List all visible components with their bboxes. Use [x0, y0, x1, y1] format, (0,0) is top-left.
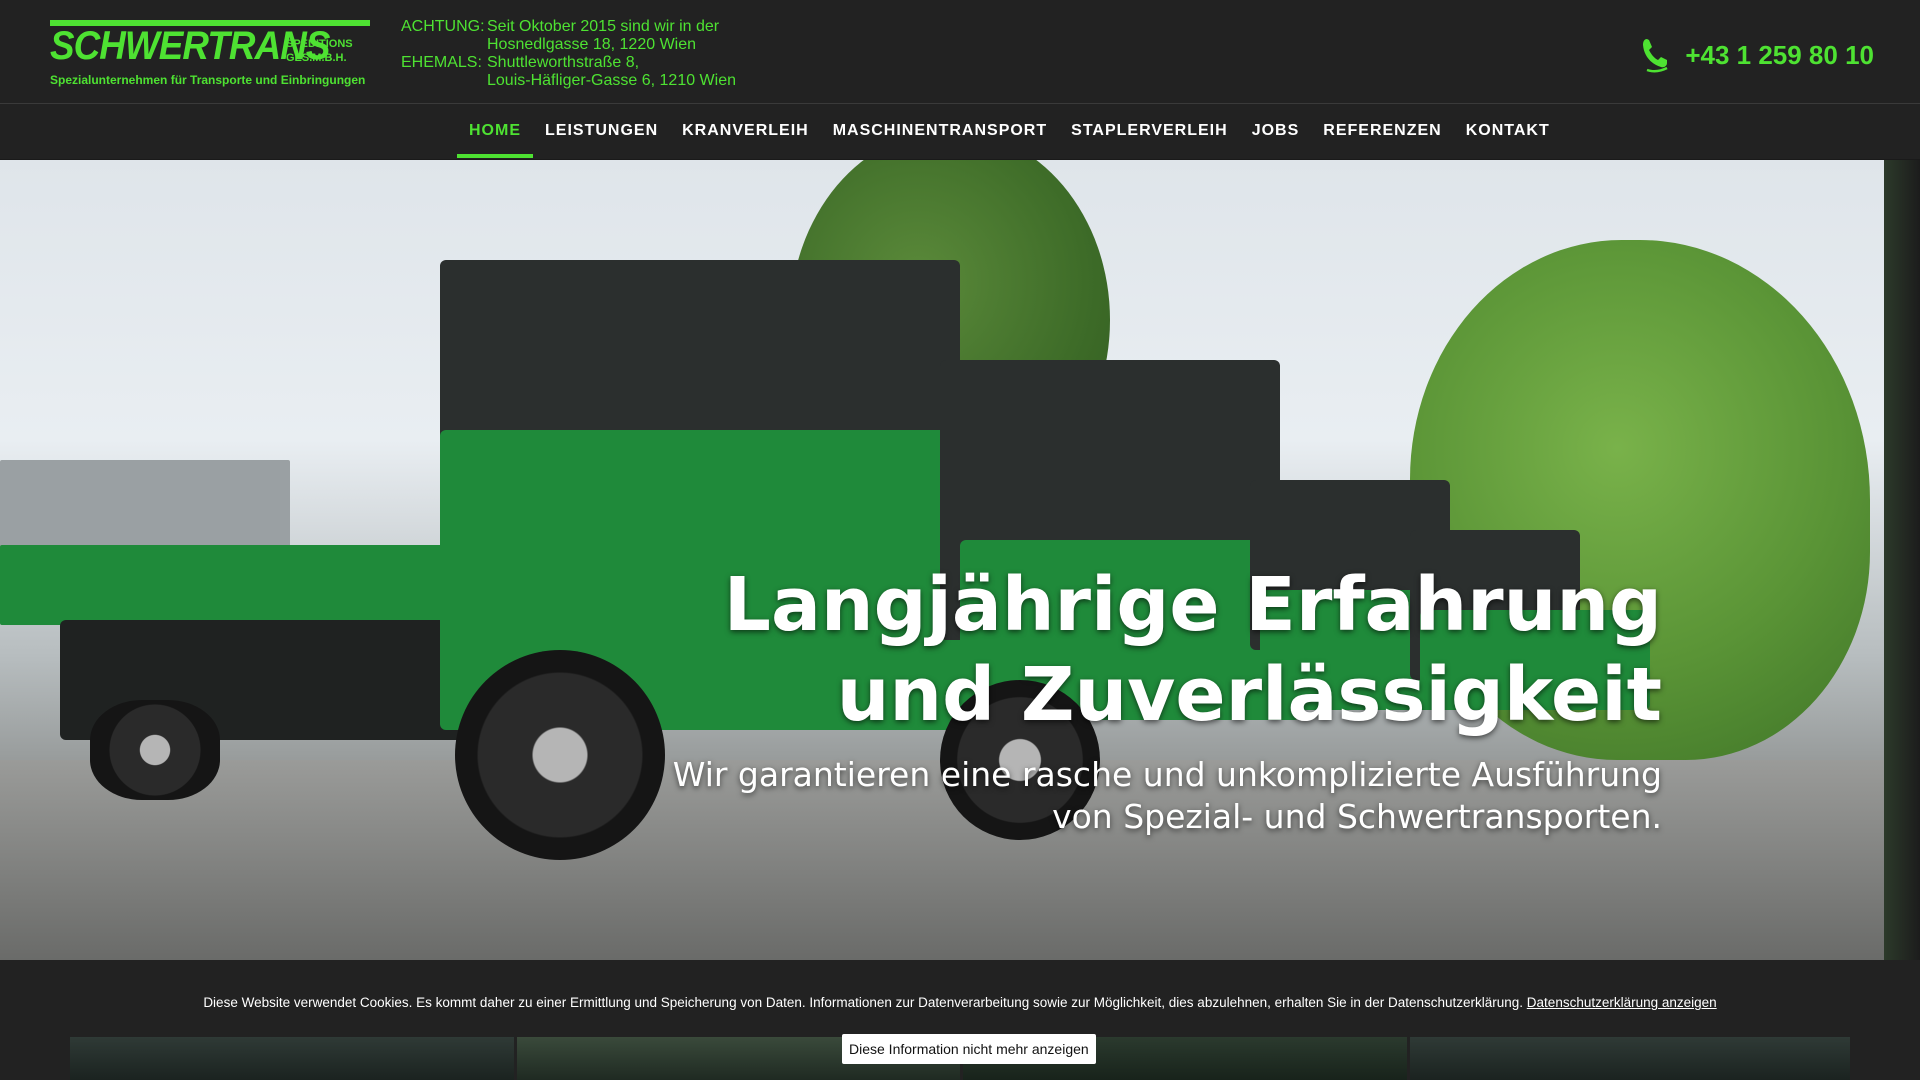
phone-icon	[1643, 39, 1668, 73]
nav-list: HOME LEISTUNGEN KRANVERLEIH MASCHINENTRA…	[457, 105, 1562, 160]
service-thumbnail[interactable]	[1409, 1037, 1850, 1080]
hero-slide-edge	[1884, 160, 1920, 960]
cookie-dismiss-button[interactable]: Diese Information nicht mehr anzeigen	[842, 1034, 1096, 1064]
nav-item-leistungen[interactable]: LEISTUNGEN	[533, 105, 670, 160]
nav-item-jobs[interactable]: JOBS	[1240, 105, 1312, 160]
notice-ehemals-line2: Louis-Häfliger-Gasse 6, 1210 Wien	[487, 72, 737, 89]
hero-text: Langjährige Erfahrung und Zuverlässigkei…	[673, 560, 1662, 838]
cookie-notice: Diese Website verwendet Cookies. Es komm…	[0, 995, 1920, 1010]
notice-achtung-text: Seit Oktober 2015 sind wir in der Hosned…	[487, 18, 719, 54]
cookie-text: Diese Website verwendet Cookies. Es komm…	[203, 995, 1524, 1010]
phone-number: +43 1 259 80 10	[1685, 39, 1874, 70]
hero-subtitle-line2: von Spezial- und Schwertransporten.	[1052, 797, 1662, 836]
nav-item-kranverleih[interactable]: KRANVERLEIH	[670, 105, 821, 160]
notice-ehemals-line1: Shuttleworthstraße 8,	[487, 54, 640, 71]
service-thumbnail[interactable]	[70, 1037, 514, 1080]
address-notice: ACHTUNG: Seit Oktober 2015 sind wir in d…	[401, 18, 736, 90]
nav-item-staplerverleih[interactable]: STAPLERVERLEIH	[1059, 105, 1240, 160]
notice-achtung-line1: Seit Oktober 2015 sind wir in der	[487, 18, 720, 35]
privacy-policy-link[interactable]: Datenschutzerklärung anzeigen	[1527, 995, 1717, 1010]
phone-contact[interactable]: +43 1 259 80 10	[1641, 36, 1874, 74]
hero-banner: Langjährige Erfahrung und Zuverlässigkei…	[0, 160, 1884, 960]
notice-achtung-line2: Hosnedlgasse 18, 1220 Wien	[487, 36, 697, 53]
logo-tagline: Spezialunternehmen für Transporte und Ei…	[50, 73, 366, 87]
nav-item-referenzen[interactable]: REFERENZEN	[1311, 105, 1453, 160]
hero-subtitle: Wir garantieren eine rasche und unkompli…	[673, 754, 1662, 838]
logo-subtext: SPEDITIONS GES.M.B.H.	[286, 38, 353, 64]
hero-title: Langjährige Erfahrung und Zuverlässigkei…	[673, 560, 1662, 740]
main-navigation: HOME LEISTUNGEN KRANVERLEIH MASCHINENTRA…	[0, 105, 1920, 160]
notice-label-ehemals: EHEMALS:	[401, 54, 482, 71]
nav-item-kontakt[interactable]: KONTAKT	[1454, 105, 1562, 160]
site-header: SCHWERTRANS SPEDITIONS GES.M.B.H. Spezia…	[0, 0, 1920, 104]
hero-title-line2: und Zuverlässigkeit	[836, 652, 1662, 738]
company-logo[interactable]: SCHWERTRANS SPEDITIONS GES.M.B.H. Spezia…	[50, 20, 370, 90]
hero-title-line1: Langjährige Erfahrung	[723, 562, 1662, 648]
notice-ehemals-text: Shuttleworthstraße 8, Louis-Häfliger-Gas…	[487, 54, 736, 90]
notice-label-achtung: ACHTUNG:	[401, 18, 485, 35]
hero-subtitle-line1: Wir garantieren eine rasche und unkompli…	[672, 755, 1662, 794]
nav-item-maschinentransport[interactable]: MASCHINENTRANSPORT	[821, 105, 1059, 160]
nav-item-home[interactable]: HOME	[457, 105, 533, 160]
